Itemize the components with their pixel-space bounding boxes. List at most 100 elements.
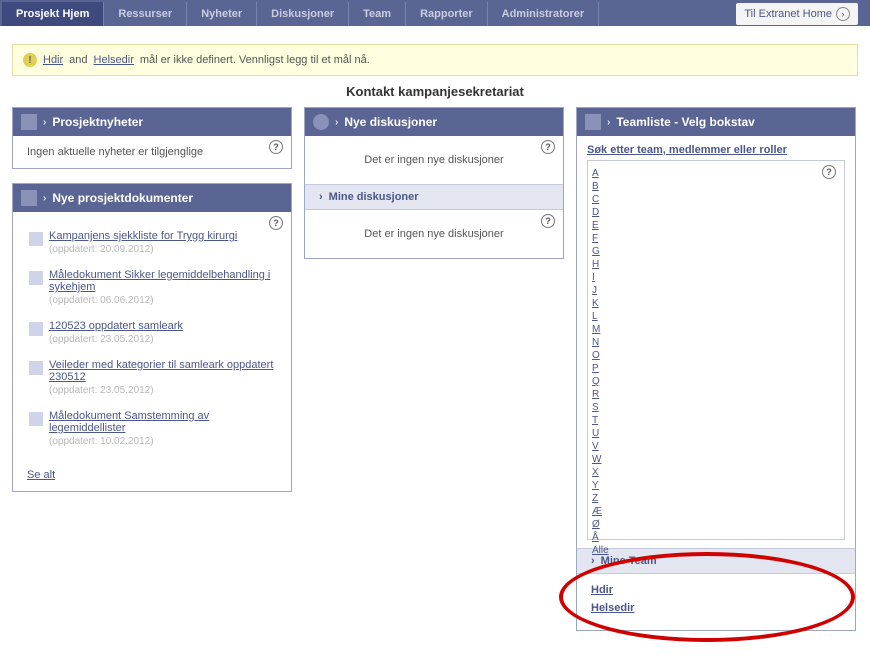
alpha-letter[interactable]: O <box>592 349 840 362</box>
alpha-letter[interactable]: Alle <box>592 544 840 557</box>
panel-prosjektnyheter: › Prosjektnyheter ? Ingen aktuelle nyhet… <box>12 107 292 169</box>
tab-bar: Prosjekt Hjem Ressurser Nyheter Diskusjo… <box>0 0 870 26</box>
alpha-letter[interactable]: K <box>592 297 840 310</box>
chevron-right-icon: › <box>43 193 46 204</box>
alpha-letter[interactable]: S <box>592 401 840 414</box>
alpha-letter[interactable]: E <box>592 219 840 232</box>
panel-header-teamliste[interactable]: › Teamliste - Velg bokstav <box>577 108 855 136</box>
notice-and: and <box>69 54 87 66</box>
notice-text: mål er ikke definert. Vennligst legg til… <box>140 54 370 66</box>
alpha-letter[interactable]: D <box>592 206 840 219</box>
help-icon[interactable]: ? <box>541 140 555 154</box>
warning-icon: ! <box>23 53 37 67</box>
notice-bar: ! Hdir and Helsedir mål er ikke definert… <box>12 44 858 76</box>
doc-list-item: Kampanjens sjekkliste for Trygg kirurgi (… <box>29 226 275 265</box>
alpha-letter[interactable]: X <box>592 466 840 479</box>
page-title: Kontakt kampanjesekretariat <box>0 84 870 99</box>
chevron-right-icon: › <box>319 191 323 203</box>
file-icon <box>29 232 43 246</box>
panel-title: Teamliste - Velg bokstav <box>616 115 755 129</box>
file-icon <box>29 412 43 426</box>
doc-meta: (oppdatert: 23.05.2012) <box>49 385 275 396</box>
doc-link[interactable]: 120523 oppdatert samleark <box>49 320 183 332</box>
panel-title: Nye prosjektdokumenter <box>52 191 193 205</box>
people-icon <box>585 114 601 130</box>
alpha-letter[interactable]: I <box>592 271 840 284</box>
chevron-right-icon: › <box>607 117 610 128</box>
alpha-letter[interactable]: F <box>592 232 840 245</box>
alpha-letter[interactable]: A <box>592 167 840 180</box>
alpha-letter[interactable]: B <box>592 180 840 193</box>
panel-title: Prosjektnyheter <box>52 115 143 129</box>
alpha-letter[interactable]: N <box>592 336 840 349</box>
doc-meta: (oppdatert: 23.05.2012) <box>49 334 275 345</box>
see-all-link[interactable]: Se alt <box>27 469 55 481</box>
panel-title: Nye diskusjoner <box>344 115 437 129</box>
alpha-letter[interactable]: Q <box>592 375 840 388</box>
alpha-letter[interactable]: L <box>592 310 840 323</box>
alpha-letter[interactable]: U <box>592 427 840 440</box>
tab-ressurser[interactable]: Ressurser <box>104 2 187 26</box>
notice-link-hdir[interactable]: Hdir <box>43 54 63 66</box>
tab-diskusjoner[interactable]: Diskusjoner <box>257 2 349 26</box>
tab-administratorer[interactable]: Administratorer <box>488 2 600 26</box>
team-link[interactable]: Hdir <box>591 584 841 596</box>
alpha-letter[interactable]: V <box>592 440 840 453</box>
doc-meta: (oppdatert: 10.02.2012) <box>49 436 275 447</box>
doc-list-item: Måledokument Sikker legemiddelbehandling… <box>29 265 275 316</box>
panel-teamliste: › Teamliste - Velg bokstav Søk etter tea… <box>576 107 856 631</box>
speech-bubble-icon <box>313 114 329 130</box>
file-icon <box>29 271 43 285</box>
alpha-letter[interactable]: Æ <box>592 505 840 518</box>
alpha-letter[interactable]: P <box>592 362 840 375</box>
file-icon <box>29 322 43 336</box>
doc-list-item: Veileder med kategorier til samleark opp… <box>29 355 275 406</box>
panel-header-new-disc[interactable]: › Nye diskusjoner <box>305 108 563 136</box>
tab-rapporter[interactable]: Rapporter <box>406 2 488 26</box>
alpha-letter[interactable]: Z <box>592 492 840 505</box>
doc-meta: (oppdatert: 20.09.2012) <box>49 244 275 255</box>
help-icon[interactable]: ? <box>269 216 283 230</box>
team-search-link[interactable]: Søk etter team, medlemmer eller roller <box>587 144 845 156</box>
help-icon[interactable]: ? <box>822 165 836 179</box>
help-icon[interactable]: ? <box>269 140 283 154</box>
panel-header-news[interactable]: › Prosjektnyheter <box>13 108 291 136</box>
alpha-letter[interactable]: W <box>592 453 840 466</box>
doc-link[interactable]: Veileder med kategorier til samleark opp… <box>49 359 273 383</box>
notice-link-helsedir[interactable]: Helsedir <box>94 54 134 66</box>
alpha-letter[interactable]: Ø <box>592 518 840 531</box>
new-disc-empty: Det er ingen nye diskusjoner <box>364 154 503 166</box>
alpha-letter[interactable]: H <box>592 258 840 271</box>
alpha-letter[interactable]: R <box>592 388 840 401</box>
alpha-letter[interactable]: T <box>592 414 840 427</box>
help-icon[interactable]: ? <box>541 214 555 228</box>
extranet-home-label: Til Extranet Home <box>744 8 832 20</box>
doc-link[interactable]: Måledokument Sikker legemiddelbehandling… <box>49 269 270 293</box>
arrow-right-icon: › <box>836 7 850 21</box>
panel-header-docs[interactable]: › Nye prosjektdokumenter <box>13 184 291 212</box>
doc-meta: (oppdatert: 06.06.2012) <box>49 295 275 306</box>
documents-icon <box>21 190 37 206</box>
alpha-letter[interactable]: J <box>592 284 840 297</box>
doc-link[interactable]: Kampanjens sjekkliste for Trygg kirurgi <box>49 230 237 242</box>
news-empty-text: Ingen aktuelle nyheter er tilgjenglige <box>27 146 277 158</box>
mine-disc-empty: Det er ingen nye diskusjoner <box>364 228 503 240</box>
tab-nyheter[interactable]: Nyheter <box>187 2 257 26</box>
sub-header-mine-disc[interactable]: › Mine diskusjoner <box>305 184 563 210</box>
alpha-letter[interactable]: G <box>592 245 840 258</box>
chevron-right-icon: › <box>43 117 46 128</box>
alpha-letter[interactable]: Y <box>592 479 840 492</box>
doc-list-item: Måledokument Samstemming av legemiddelli… <box>29 406 275 457</box>
alpha-letter[interactable]: Å <box>592 531 840 544</box>
tab-team[interactable]: Team <box>349 2 406 26</box>
file-icon <box>29 361 43 375</box>
tab-prosjekt-hjem[interactable]: Prosjekt Hjem <box>2 2 104 26</box>
sub-title: Mine diskusjoner <box>329 191 419 203</box>
team-link[interactable]: Helsedir <box>591 602 841 614</box>
alpha-letter[interactable]: C <box>592 193 840 206</box>
panel-diskusjoner: › Nye diskusjoner ? Det er ingen nye dis… <box>304 107 564 259</box>
doc-link[interactable]: Måledokument Samstemming av legemiddelli… <box>49 410 209 434</box>
extranet-home-link[interactable]: Til Extranet Home › <box>736 3 858 25</box>
doc-list-item: 120523 oppdatert samleark (oppdatert: 23.… <box>29 316 275 355</box>
alpha-letter[interactable]: M <box>592 323 840 336</box>
